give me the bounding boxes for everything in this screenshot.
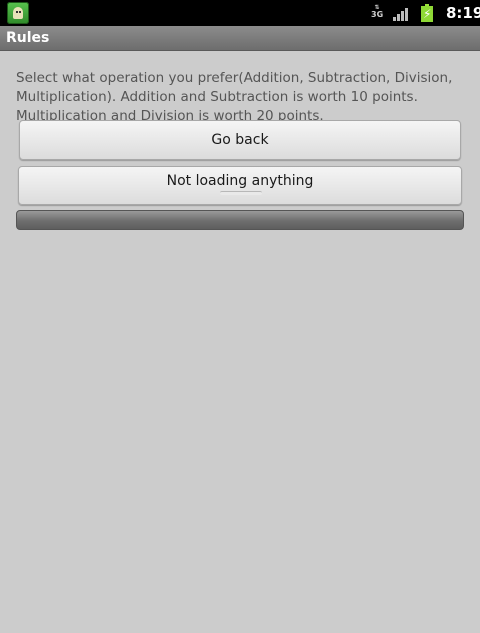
loading-button-label: Not loading anything: [166, 173, 314, 189]
title-bar: Rules: [0, 26, 480, 51]
signal-icon: [393, 6, 411, 21]
progress-bar: [16, 210, 464, 230]
network-type-icon: ⇅ 3G: [371, 4, 384, 19]
app-notification-icon: [7, 2, 29, 24]
network-type-label: 3G: [371, 10, 384, 19]
page-title: Rules: [6, 30, 50, 46]
loading-indicator: [220, 191, 262, 195]
rules-description: Select what operation you prefer(Additio…: [16, 70, 453, 124]
battery-charging-icon: ⚡: [421, 4, 433, 22]
status-bar: ⇅ 3G ⚡ 8:19: [0, 0, 480, 26]
loading-button[interactable]: Not loading anything: [18, 166, 462, 205]
status-clock: 8:19: [446, 4, 480, 22]
go-back-button[interactable]: Go back: [19, 120, 461, 160]
